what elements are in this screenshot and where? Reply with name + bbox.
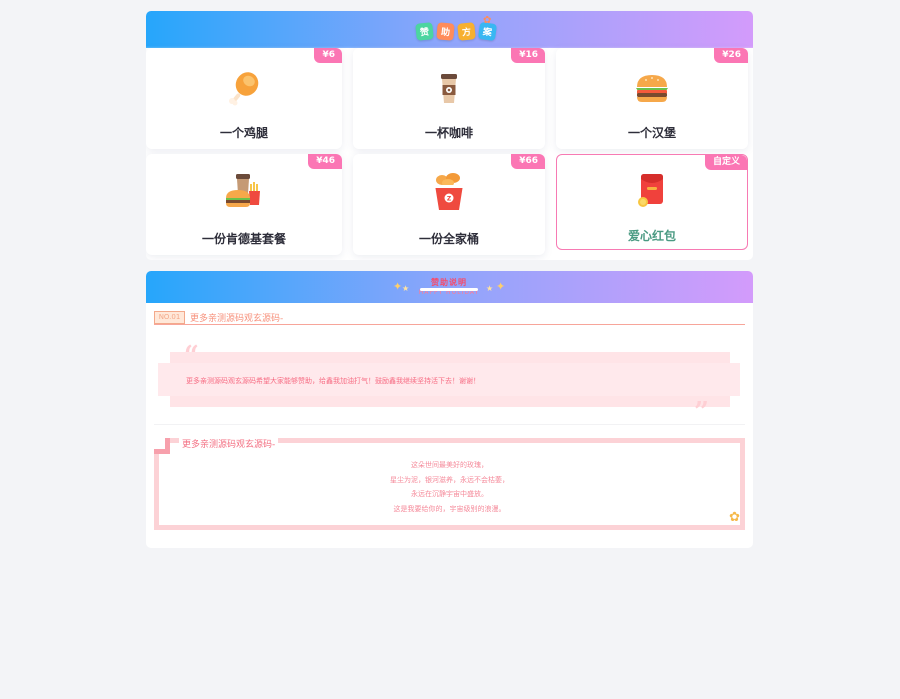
svg-text:Z: Z xyxy=(447,196,452,203)
section-number-badge: NO.01 xyxy=(154,311,185,324)
description-title-text: 赞助说明 xyxy=(431,278,467,287)
chicken-bucket-icon: Z xyxy=(435,173,463,210)
option-label: 一杯咖啡 xyxy=(424,126,473,140)
description-title: 赞助说明 HAPPY HOLIDAY xyxy=(418,277,480,296)
option-card-kfc-meal[interactable]: ¥46 一份肯德基套餐 xyxy=(146,154,342,255)
price-tag: ¥66 xyxy=(511,154,545,169)
option-label: 爱心红包 xyxy=(627,229,676,243)
custom-tag: 自定义 xyxy=(704,155,747,170)
price-tag: ¥26 xyxy=(714,48,748,63)
burger-icon xyxy=(636,75,668,102)
sponsor-panel: 赞 助 方 案 ✿ ¥6 一个鸡腿 ¥16 一杯咖啡 ¥26 一个汉堡 ¥46 … xyxy=(146,11,753,260)
poem-box: 更多亲测源码观玄源码- 这朵世间最美好的玫瑰， 星尘为泥，银河滋养，永远不会枯萎… xyxy=(154,437,745,530)
chicken-leg-icon xyxy=(229,72,259,106)
poem-line: 永远在沉静宇宙中盛放。 xyxy=(411,490,488,498)
flower-icon: ✿ xyxy=(729,510,740,525)
title-tile: 方 xyxy=(457,22,476,41)
quote-text: 更多亲测源码观玄源码希望大家能够赞助，给鑫我加油打气！鼓励鑫我继续坚持活下去！谢… xyxy=(186,377,480,385)
red-envelope-icon xyxy=(638,174,663,207)
option-card-red-envelope[interactable]: 自定义 爱心红包 xyxy=(556,154,748,250)
star-icon: ★ xyxy=(402,284,410,293)
option-label: 一份肯德基套餐 xyxy=(201,232,286,246)
close-quote-icon: ” xyxy=(694,397,709,427)
option-card-burger[interactable]: ¥26 一个汉堡 xyxy=(556,48,748,149)
open-quote-icon: “ xyxy=(184,341,199,371)
option-card-chicken-bucket[interactable]: ¥66 Z 一份全家桶 xyxy=(353,154,545,255)
poem-title: 更多亲测源码观玄源码- xyxy=(179,437,279,450)
price-tag: ¥6 xyxy=(314,48,342,63)
description-panel: ✦ ★ 赞助说明 HAPPY HOLIDAY ★ ✦ NO.01 更多亲测源码观… xyxy=(146,271,753,548)
poem: 这朵世间最美好的玫瑰， 星尘为泥，银河滋养，永远不会枯萎， 永远在沉静宇宙中盛放… xyxy=(159,458,740,516)
option-card-chicken-leg[interactable]: ¥6 一个鸡腿 xyxy=(146,48,342,149)
section-header: NO.01 更多亲测源码观玄源码- xyxy=(154,311,745,325)
poem-line: 这朵世间最美好的玫瑰， xyxy=(411,461,488,469)
option-label: 一份全家桶 xyxy=(418,232,479,246)
sprout-icon: ✿ xyxy=(483,15,492,26)
star-icon: ✦ xyxy=(393,280,403,293)
poem-line: 星尘为泥，银河滋养，永远不会枯萎， xyxy=(390,475,509,484)
sponsor-header: 赞 助 方 案 ✿ xyxy=(146,11,753,56)
title-tile: 赞 xyxy=(415,22,434,41)
divider xyxy=(154,424,745,425)
star-icon: ✦ xyxy=(496,280,506,293)
option-label: 一个汉堡 xyxy=(627,126,676,140)
price-tag: ¥16 xyxy=(511,48,545,63)
price-tag: ¥46 xyxy=(308,154,342,169)
section-header-text: 更多亲测源码观玄源码- xyxy=(190,314,284,324)
option-label: 一个鸡腿 xyxy=(219,126,268,140)
description-header: ✦ ★ 赞助说明 HAPPY HOLIDAY ★ ✦ xyxy=(146,271,753,303)
star-icon: ★ xyxy=(486,284,494,293)
option-card-coffee[interactable]: ¥16 一杯咖啡 xyxy=(353,48,545,149)
poem-line: 这是我要给你的，宇宙级别的浪漫。 xyxy=(393,504,506,513)
kfc-meal-icon xyxy=(226,174,260,207)
coffee-cup-icon xyxy=(441,74,457,103)
title-tile: 助 xyxy=(436,22,455,41)
